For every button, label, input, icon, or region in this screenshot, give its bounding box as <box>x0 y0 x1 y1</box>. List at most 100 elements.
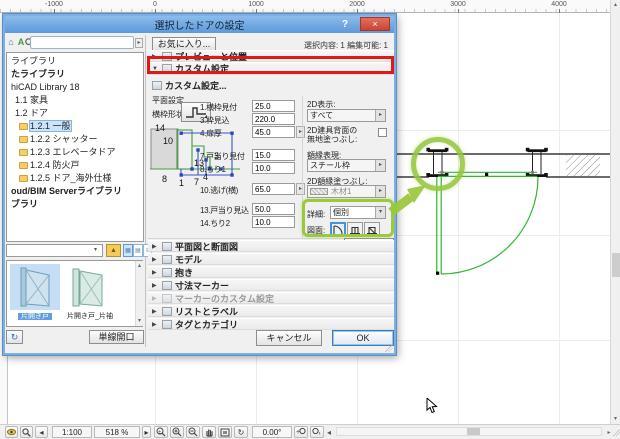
tree-item[interactable]: 1.1 家具 <box>15 94 143 107</box>
zoom-document-icon[interactable] <box>20 426 33 438</box>
tree-item[interactable]: oud/BIM Serverライブラリ <box>11 185 143 198</box>
panel-tags-categories[interactable]: ▶ タグとカテゴリ <box>148 318 394 330</box>
backfill-checkbox[interactable] <box>378 128 387 137</box>
folder-up-button[interactable]: ▲ <box>106 244 121 257</box>
zoom-menu-icon[interactable]: ▸ <box>142 426 151 438</box>
single-line-opening-button[interactable]: 単線開口 <box>89 330 144 344</box>
zoom-options-icon[interactable]: ± <box>154 426 168 438</box>
chevron-right-icon: ▶ <box>152 295 157 302</box>
resize-grip[interactable] <box>385 344 393 352</box>
frame-style-combo[interactable]: スチール枠 ▸ <box>307 159 386 172</box>
selected-door[interactable] <box>436 171 539 275</box>
rotate-view-icon[interactable]: ↻ <box>234 426 248 438</box>
zoom-out-icon[interactable] <box>186 426 200 438</box>
scroll-up-icon[interactable]: ▴ <box>611 0 620 11</box>
combo-menu-icon: ▸ <box>375 160 385 171</box>
vscroll-thumb[interactable] <box>612 253 620 277</box>
tree-item[interactable]: 1.2.2 シャッター <box>19 133 143 146</box>
plan-settings-label: 平面設定 <box>152 96 184 105</box>
small-icons-view-button[interactable]: ▤ <box>133 244 143 257</box>
tree-item[interactable]: 1.2 ドア <box>15 107 143 120</box>
horizontal-scrollbar[interactable] <box>336 427 602 436</box>
reload-objects-icon[interactable]: ↻ <box>6 330 23 344</box>
panel-floorplan-section[interactable]: ▶ 平面図と断面図 <box>148 240 394 252</box>
field-input[interactable] <box>252 100 295 112</box>
field-input[interactable] <box>252 183 295 195</box>
dimension-marker-icon <box>162 280 172 290</box>
help-button[interactable]: ? <box>338 18 352 31</box>
magnifier-add-icon: + <box>296 427 306 436</box>
home-icon[interactable]: ⌂ <box>6 37 16 48</box>
tree-item[interactable]: たライブラリ <box>11 68 143 81</box>
tree-item[interactable]: hiCAD Library 18 <box>11 81 143 94</box>
large-icons-view-button[interactable]: ▦ <box>123 244 133 257</box>
panel-listing-labeling[interactable]: ▶ リストとラベル <box>148 305 394 317</box>
tree-item[interactable]: 1.2.5 ドア_海外仕様 <box>19 172 143 185</box>
magnifier-back-icon: › <box>312 427 321 437</box>
tree-item[interactable]: ライブラリ <box>11 55 143 68</box>
field-input[interactable] <box>252 162 295 174</box>
magnifier-icon <box>22 427 31 437</box>
dialog-titlebar[interactable]: 選択したドアの設定 <box>5 16 394 33</box>
panel-model[interactable]: ▶ モデル <box>148 253 394 265</box>
chevron-right-icon: ▶ <box>152 269 157 276</box>
add-zoom-icon[interactable]: + <box>294 426 308 438</box>
cancel-button[interactable]: キャンセル <box>256 330 322 346</box>
tree-item[interactable]: 1.2.4 防火戸 <box>19 159 143 172</box>
window-resize-grip[interactable] <box>613 429 620 436</box>
field-input[interactable] <box>252 126 295 138</box>
search-options-icon[interactable]: ▸ <box>135 38 143 48</box>
custom-settings-header[interactable]: カスタム設定... <box>152 79 227 92</box>
orientation-indicator[interactable]: 0.00° <box>252 426 292 438</box>
scroll-down-icon[interactable]: ▾ <box>136 316 143 326</box>
zoom-in-icon[interactable] <box>170 426 184 438</box>
svg-text:›: › <box>319 431 321 437</box>
magnifier-plus-icon <box>172 427 182 437</box>
library-search-input[interactable] <box>30 36 134 49</box>
thumbnail-caption-selected[interactable]: 片開き戸 <box>18 313 52 320</box>
value-menu-icon[interactable]: ▸ <box>296 183 305 195</box>
door-settings-dialog: 選択したドアの設定 ? × ⌂ A ▸ ライブラリ たライブラリ hiCAD L… <box>3 14 396 355</box>
quick-options-icon[interactable] <box>5 426 18 438</box>
folder-icon <box>19 162 28 169</box>
tree-item[interactable]: ブラリ <box>11 198 143 211</box>
hscroll-thumb[interactable] <box>467 428 480 435</box>
panel-dimension-marker[interactable]: ▶ 寸法マーカー <box>148 279 394 291</box>
pan-icon[interactable] <box>202 426 216 438</box>
scale-indicator[interactable]: 1:100 <box>52 426 92 438</box>
pane-splitter[interactable] <box>145 35 146 347</box>
ruler-label: 4000 <box>549 1 569 9</box>
field-label: 13.戸当り見込 <box>200 206 249 215</box>
panel-reveal[interactable]: ▶ 抱き <box>148 266 394 278</box>
thumbnail-scrollbar[interactable]: ▴ ▾ <box>135 261 143 326</box>
thumbnail-caption[interactable]: 片開き戸_片袖 <box>63 311 117 321</box>
scroll-down-icon[interactable]: ▾ <box>611 414 620 424</box>
collapse-panel-icon[interactable]: ◂ <box>35 426 48 438</box>
field-input[interactable] <box>252 113 295 125</box>
chevron-right-icon: ▶ <box>152 282 157 289</box>
diagram-label: 7 <box>194 177 199 187</box>
tree-item-selected[interactable]: 1.2.1 一般 <box>19 120 143 133</box>
library-tree: ライブラリ たライブラリ hiCAD Library 18 1.1 家具 1.2… <box>6 52 144 242</box>
door-thumbnail[interactable] <box>65 264 115 310</box>
back-arrow-icon[interactable]: ◂ <box>327 428 331 437</box>
panel-marker-custom-disabled: ▶ マーカーのカスタム設定 <box>148 292 394 304</box>
previous-zoom-icon[interactable]: › <box>310 426 324 438</box>
display-2d-combo[interactable]: すべて ▸ <box>307 109 386 122</box>
close-button[interactable]: × <box>360 17 390 31</box>
tree-item[interactable]: 1.2.3 エレベータドア <box>19 146 143 159</box>
door-thumbnail-selected[interactable] <box>10 264 60 310</box>
field-input[interactable] <box>252 149 295 161</box>
vertical-scrollbar[interactable]: ▴ ▾ <box>610 0 620 424</box>
fit-in-window-icon[interactable] <box>218 426 232 438</box>
field-input[interactable] <box>252 203 295 215</box>
zoom-indicator[interactable]: 518 % <box>94 426 140 438</box>
door-image <box>72 268 103 307</box>
scroll-up-icon[interactable]: ▴ <box>136 261 143 271</box>
library-filter-combo[interactable]: ▾ <box>6 244 103 257</box>
field-input[interactable] <box>252 216 295 228</box>
value-menu-icon[interactable]: ▸ <box>296 126 305 138</box>
ruler-label: 3000 <box>448 1 468 9</box>
diagram-label: 10 <box>163 136 173 146</box>
hand-icon <box>205 429 213 437</box>
